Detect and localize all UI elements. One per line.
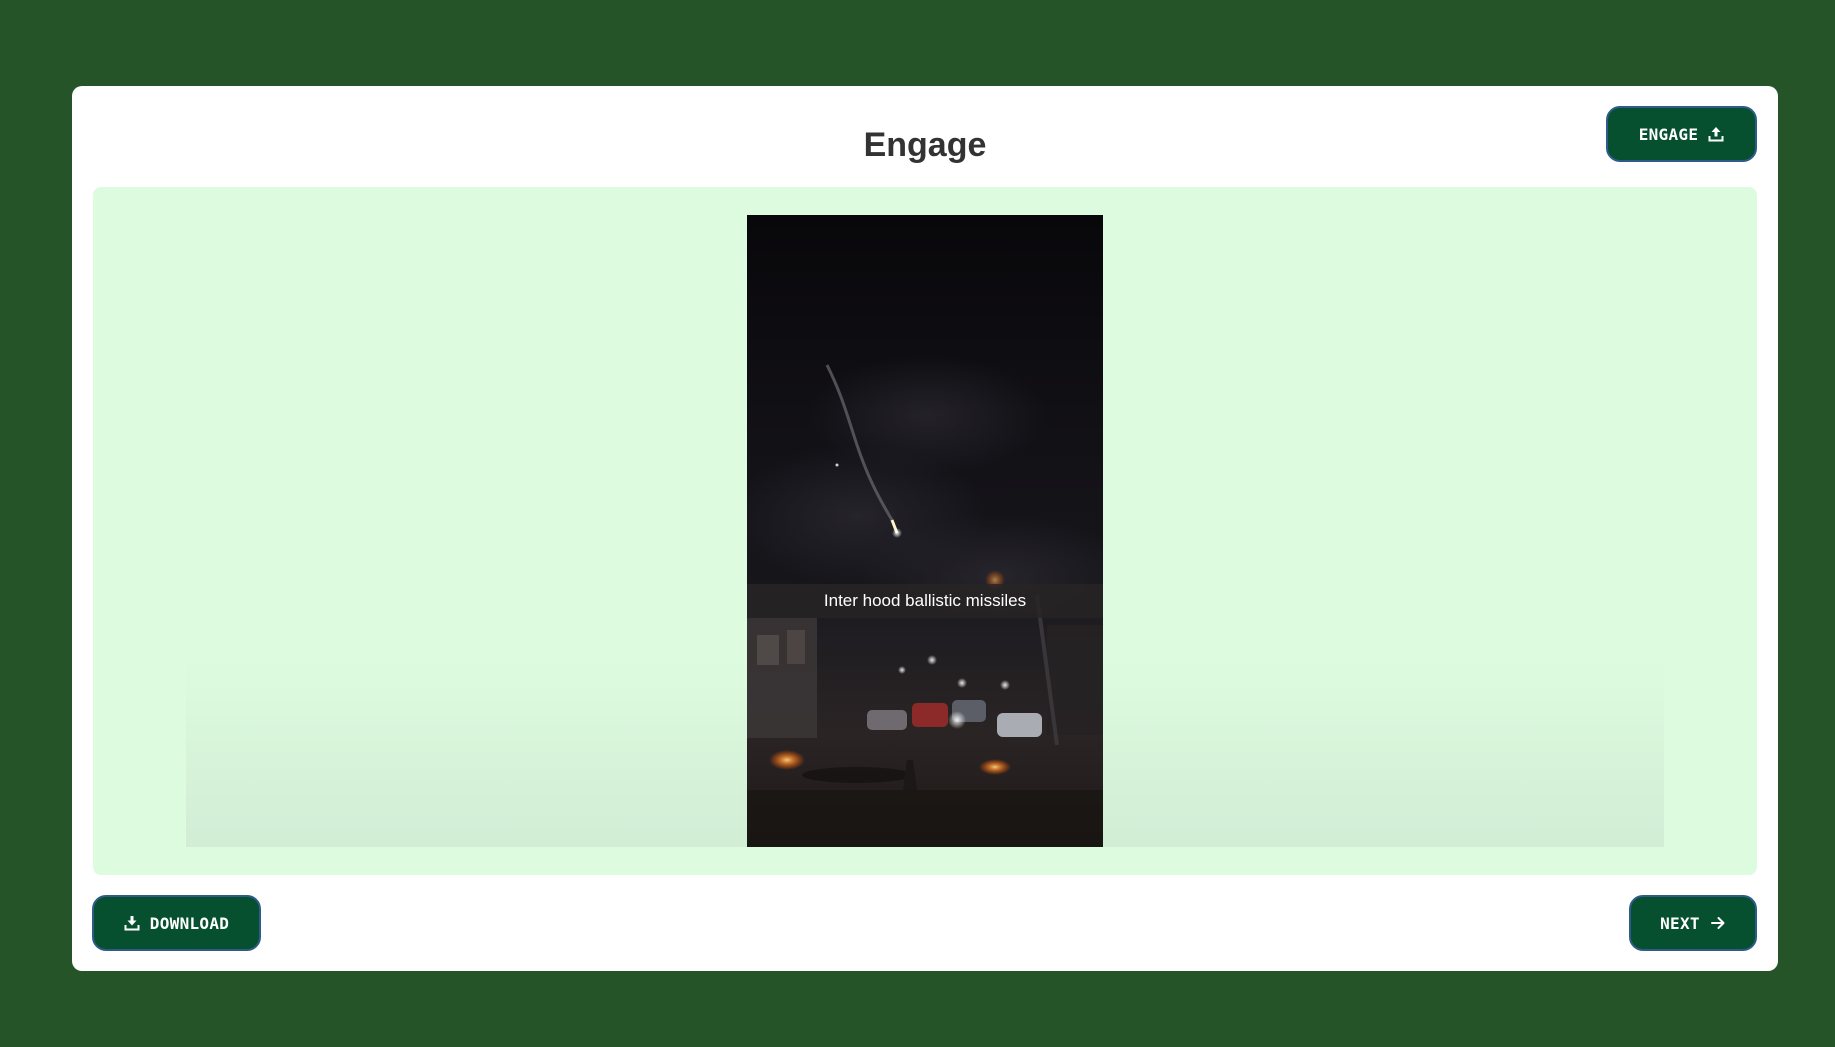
arrow-right-icon xyxy=(1710,915,1726,931)
video-frame xyxy=(747,215,1103,847)
video-player[interactable]: Inter hood ballistic missiles xyxy=(747,215,1103,847)
upload-icon xyxy=(1708,126,1724,142)
engage-button[interactable]: ENGAGE xyxy=(1606,106,1757,162)
page-title: Engage xyxy=(863,126,987,164)
engage-button-label: ENGAGE xyxy=(1638,124,1699,144)
download-button[interactable]: DOWNLOAD xyxy=(92,895,261,951)
main-card: Engage ENGAGE Inter hood ballistic missi… xyxy=(72,86,1778,971)
download-button-label: DOWNLOAD xyxy=(149,913,230,933)
media-stage: Inter hood ballistic missiles xyxy=(93,187,1757,875)
next-button-label: NEXT xyxy=(1660,913,1700,933)
download-icon xyxy=(124,915,140,931)
video-caption: Inter hood ballistic missiles xyxy=(747,584,1103,618)
next-button[interactable]: NEXT xyxy=(1629,895,1757,951)
